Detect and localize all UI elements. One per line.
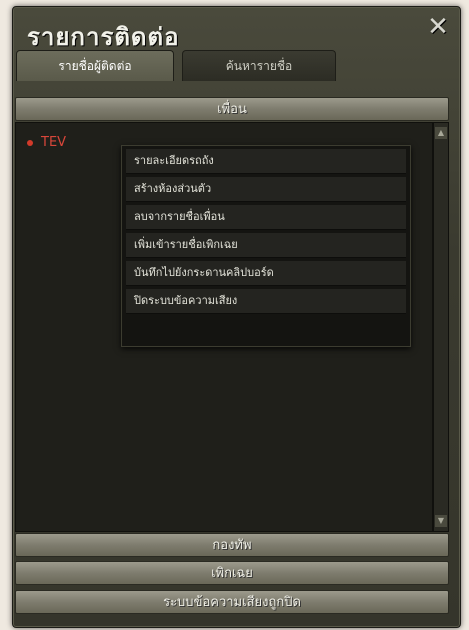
arrow-down-icon[interactable]: ▼ [435, 515, 447, 527]
menu-item-remove-friend[interactable]: ลบจากรายชื่อเพื่อน [126, 205, 406, 230]
menu-item-vehicle-details[interactable]: รายละเอียดรถถัง [126, 149, 406, 174]
tab-contact-list[interactable]: รายชื่อผู้ติดต่อ [16, 50, 174, 81]
scrollbar[interactable]: ▲ ▼ [433, 122, 449, 532]
guild-section-button[interactable]: กองทัพ [15, 533, 449, 557]
contact-item[interactable]: TEV [27, 135, 66, 150]
menu-item-create-private-room[interactable]: สร้างห้องส่วนตัว [126, 177, 406, 202]
contact-name: TEV [41, 135, 67, 150]
tab-search-names[interactable]: ค้นหารายชื่อ [182, 50, 336, 81]
arrow-up-icon[interactable]: ▲ [435, 127, 447, 139]
voice-disabled-section-button[interactable]: ระบบข้อความเสียงถูกปิด [15, 590, 449, 614]
close-icon[interactable]: ✕ [424, 13, 452, 41]
menu-item-disable-voice[interactable]: ปิดระบบข้อความเสียง [126, 289, 406, 314]
friends-section-button[interactable]: เพื่อน [15, 97, 449, 121]
ignored-section-button[interactable]: เพิกเฉย [15, 561, 449, 585]
menu-item-add-to-ignored[interactable]: เพิ่มเข้ารายชื่อเพิกเฉย [126, 233, 406, 258]
context-menu: รายละเอียดรถถัง สร้างห้องส่วนตัว ลบจากรา… [121, 145, 411, 347]
status-dot-icon [27, 139, 33, 146]
menu-item-copy-to-clipboard[interactable]: บันทึกไปยังกระดานคลิปบอร์ด [126, 261, 406, 286]
